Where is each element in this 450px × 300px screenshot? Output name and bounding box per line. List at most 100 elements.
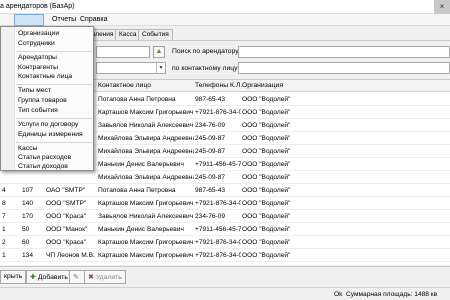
menu-bar: Отчеты Справка: [0, 14, 450, 26]
menu-item-tenants[interactable]: Арендаторы: [18, 54, 57, 61]
tab-events[interactable]: События: [138, 29, 173, 40]
cell-organization: ООО "Водолей": [242, 213, 291, 220]
delete-button-label: Удалить: [95, 274, 122, 281]
directories-dropdown-menu: Организации Сотрудники Арендаторы Контра…: [0, 26, 94, 171]
chevron-down-icon[interactable]: ▼: [156, 63, 165, 73]
menu-separator: [16, 84, 92, 85]
cell-tenant: ОАО "SMTP": [46, 187, 86, 194]
cell-organization: ООО "Водолей": [242, 109, 291, 116]
cell-contact: Карташов Максим Григорьевич: [98, 239, 194, 246]
cell-no: 8: [2, 200, 6, 207]
cell-contact: Михайлова Эльвира Андреевна: [98, 174, 194, 181]
cell-phone: +7921-876-34-09: [195, 252, 241, 259]
cell-place: 107: [22, 187, 34, 194]
menu-item-goods-groups[interactable]: Группа товаров: [18, 97, 67, 104]
cell-contact: Манькин Денис Валерьевич: [98, 161, 184, 168]
window-title: а арендаторов (БазАр): [0, 3, 75, 10]
filter-combo-2[interactable]: ▼: [96, 62, 166, 74]
cell-organization: ООО "Водолей": [242, 239, 291, 246]
cell-organization: ООО "Водолей": [242, 187, 291, 194]
search-contact-label: по контактному лицу:: [172, 65, 240, 72]
cell-no: 1: [2, 226, 6, 233]
cell-place: 60: [22, 239, 30, 246]
status-ok: Ok: [334, 291, 343, 298]
filter-apply-icon[interactable]: ▲: [153, 46, 165, 58]
filter-combo-1[interactable]: [96, 46, 150, 58]
cell-contact: Карташов Максим Григорьевич: [98, 109, 194, 116]
delete-icon: ✖: [88, 274, 94, 281]
search-tenant-input[interactable]: [238, 46, 450, 58]
cell-tenant: ЧП Леонов М.В.: [46, 252, 95, 259]
cell-contact: Завьялов Николай Алексеевич: [98, 122, 194, 129]
cell-organization: ООО "Водолей": [242, 252, 291, 259]
cell-place: 140: [22, 200, 34, 207]
menu-item-organizations[interactable]: Организации: [18, 30, 59, 37]
cell-phone: +7911-456-45-78: [195, 161, 241, 168]
header-phones[interactable]: Телефоны К.Л.: [195, 82, 242, 89]
menu-item-directories[interactable]: [14, 14, 44, 26]
cell-contact: Карташов Максим Григорьевич: [98, 200, 194, 207]
edit-icon: ✎: [73, 274, 79, 281]
menu-item-reports[interactable]: Отчеты: [52, 16, 76, 23]
cell-phone: +7921-876-34-09: [195, 109, 241, 116]
status-total-area: Суммарная площадь: 1488 кв: [346, 291, 438, 298]
add-button-label: Добавить: [37, 274, 68, 281]
cell-organization: ООО "Водолей": [242, 135, 291, 142]
menu-item-contract-services[interactable]: Услуги по договору: [18, 121, 78, 128]
cell-phone: +7921-876-34-09: [195, 239, 241, 246]
cell-contact: Потапова Анна Петровна: [98, 187, 176, 194]
menu-item-place-types[interactable]: Типы мест: [18, 87, 51, 94]
add-icon: ✚: [30, 274, 36, 281]
cell-tenant: ООО "Краса": [46, 213, 87, 220]
cell-tenant: ООО "Манок": [46, 226, 88, 233]
cell-organization: ООО "Водолей": [242, 226, 291, 233]
cell-tenant: ООО "Краса": [46, 239, 87, 246]
menu-item-expense-items[interactable]: Статьи расходов: [18, 154, 71, 161]
cell-phone: +7911-456-45-78: [195, 226, 241, 233]
delete-button[interactable]: ✖ Удалить: [84, 270, 126, 284]
table-row[interactable]: 4 107 ОАО "SMTP" Потапова Анна Петровна 987-…: [0, 184, 450, 197]
cell-phone: 234-76-09: [195, 122, 226, 129]
menu-item-employees[interactable]: Сотрудники: [18, 40, 55, 47]
search-tenant-label: Поиск по арендатору:: [172, 48, 241, 55]
menu-item-income-items[interactable]: Статьи доходов: [18, 163, 68, 170]
cell-organization: ООО "Водолей": [242, 122, 291, 129]
table-row[interactable]: Михайлова Эльвира Андреевна 245-09-87 ООО …: [0, 171, 450, 184]
cell-no: 2: [2, 239, 6, 246]
header-organization[interactable]: Организация: [242, 82, 283, 89]
cell-contact: Манькин Денис Валерьевич: [98, 226, 184, 233]
cell-phone: 987-65-43: [195, 96, 226, 103]
menu-item-cash-desks[interactable]: Кассы: [18, 145, 37, 152]
menu-item-counterparties[interactable]: Контрагенты: [18, 64, 58, 71]
header-contact[interactable]: Контактное лицо: [98, 82, 151, 89]
table-row[interactable]: 8 140 ООО "SMTP" Карташов Максим Григорьеви…: [0, 197, 450, 210]
menu-item-help[interactable]: Справка: [80, 16, 107, 23]
title-bar: а арендаторов (БазАр) ×: [0, 0, 450, 14]
menu-item-event-types[interactable]: Тип события: [18, 107, 58, 114]
menu-item-units[interactable]: Единицы измерения: [18, 131, 83, 138]
table-row[interactable]: 1 134 ЧП Леонов М.В. Карташов Максим Григор…: [0, 249, 450, 262]
cell-no: 7: [2, 213, 6, 220]
add-button[interactable]: ✚ Добавить: [26, 270, 72, 284]
tab-cash[interactable]: Касса: [115, 29, 141, 40]
cell-contact: Михайлова Эльвира Андреевна: [98, 148, 194, 155]
menu-separator: [16, 142, 92, 143]
cell-organization: ООО "Водолей": [242, 148, 291, 155]
close-button[interactable]: ×: [434, 0, 450, 14]
table-row[interactable]: 7 170 ООО "Краса" Завьялов Николай Алексеев…: [0, 210, 450, 223]
search-contact-input[interactable]: [238, 62, 450, 74]
table-row[interactable]: 1 50 ООО "Манок" Манькин Денис Валерьевич +7…: [0, 223, 450, 236]
cell-organization: ООО "Водолей": [242, 161, 291, 168]
edit-button[interactable]: ✎: [69, 270, 85, 284]
cell-phone: +7921-876-34-09: [195, 200, 241, 207]
menu-item-contact-persons[interactable]: Контактные лица: [18, 73, 72, 80]
cell-organization: ООО "Водолей": [242, 96, 291, 103]
table-row[interactable]: Потапова Анна Петровна987-65-43ООО "Водо…: [0, 262, 450, 265]
cell-contact: Карташов Максим Григорьевич: [98, 252, 194, 259]
action-bar: крыть ✚ Добавить ✎ ✖ Удалить: [0, 266, 450, 287]
table-row[interactable]: 2 60 ООО "Краса" Карташов Максим Григорьеви…: [0, 236, 450, 249]
cell-contact: Потапова Анна Петровна: [98, 96, 176, 103]
cell-no: 4: [2, 187, 6, 194]
cell-phone: 987-65-43: [195, 187, 226, 194]
open-button[interactable]: крыть: [0, 270, 27, 284]
